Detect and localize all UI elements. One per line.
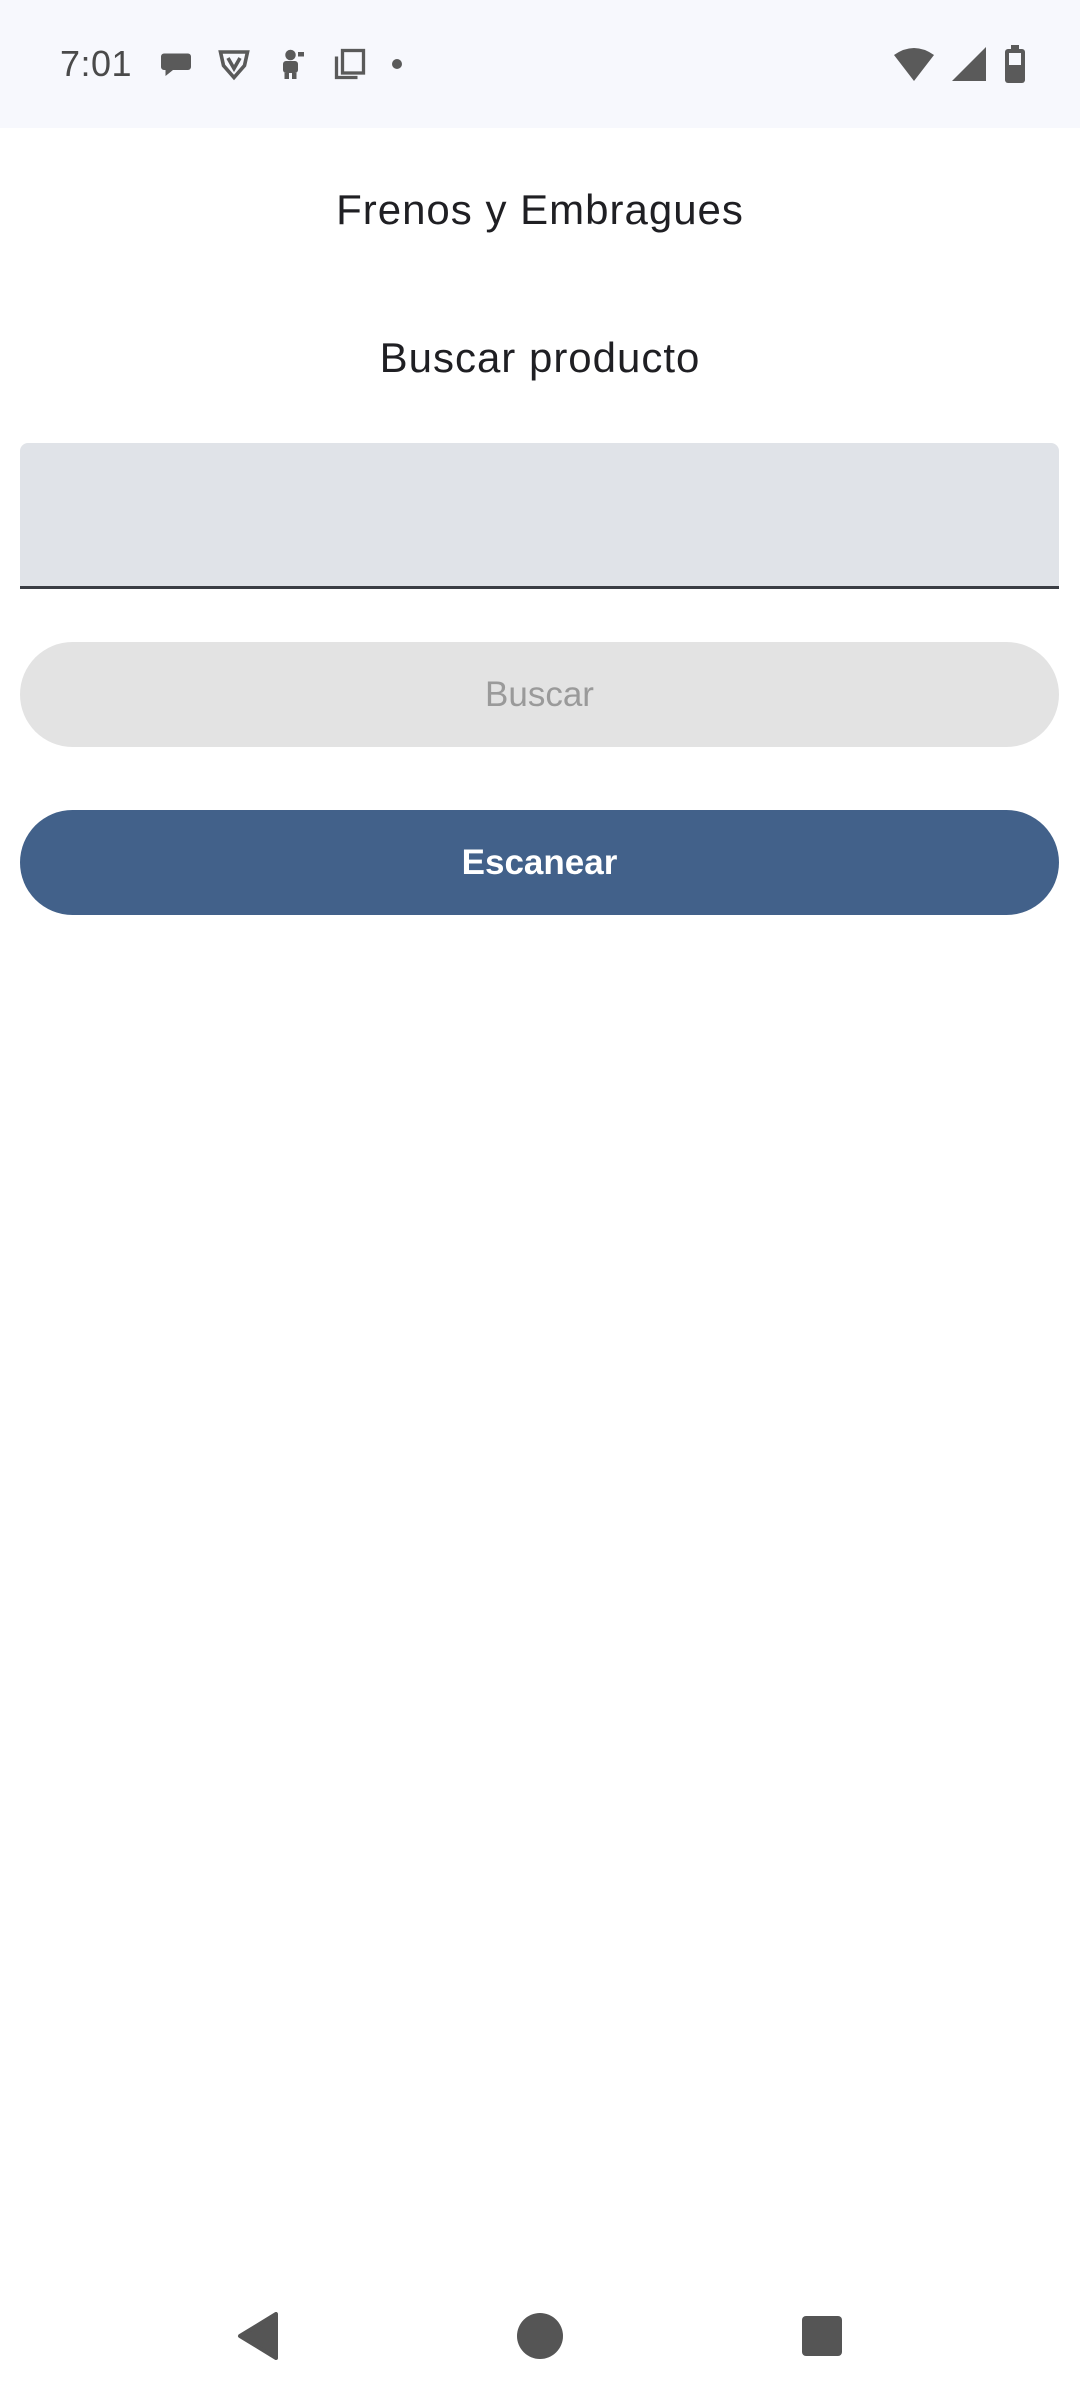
status-time: 7:01 [60, 43, 133, 84]
status-bar: 7:01 [0, 0, 1080, 128]
back-button[interactable] [194, 2272, 322, 2400]
search-field[interactable] [20, 443, 1059, 589]
page-title: Frenos y Embragues [336, 186, 744, 233]
search-button[interactable]: Buscar [20, 642, 1059, 747]
battery-icon [1004, 45, 1026, 83]
chat-bubble-icon [158, 46, 194, 82]
section-title: Buscar producto [379, 334, 701, 381]
back-icon [238, 2312, 278, 2360]
robot-icon [274, 46, 310, 82]
status-right [894, 45, 1026, 83]
search-button-label: Buscar [485, 674, 594, 714]
home-icon [517, 2313, 563, 2359]
copy-icon [332, 46, 368, 82]
search-input[interactable] [20, 443, 1059, 586]
navigation-bar [0, 2272, 1080, 2400]
scan-button[interactable]: Escanear [20, 810, 1059, 915]
scan-button-label: Escanear [461, 842, 618, 882]
recents-icon [802, 2316, 842, 2356]
recents-button[interactable] [758, 2272, 886, 2400]
signal-icon [952, 47, 986, 81]
dot-icon [392, 59, 403, 69]
home-button[interactable] [476, 2272, 604, 2400]
shield-v-icon [216, 46, 252, 82]
status-left: 7:01 [60, 43, 403, 85]
screen: 7:01 Frenos y Embragues Buscar producto … [0, 0, 1080, 2400]
wifi-icon [894, 47, 934, 81]
